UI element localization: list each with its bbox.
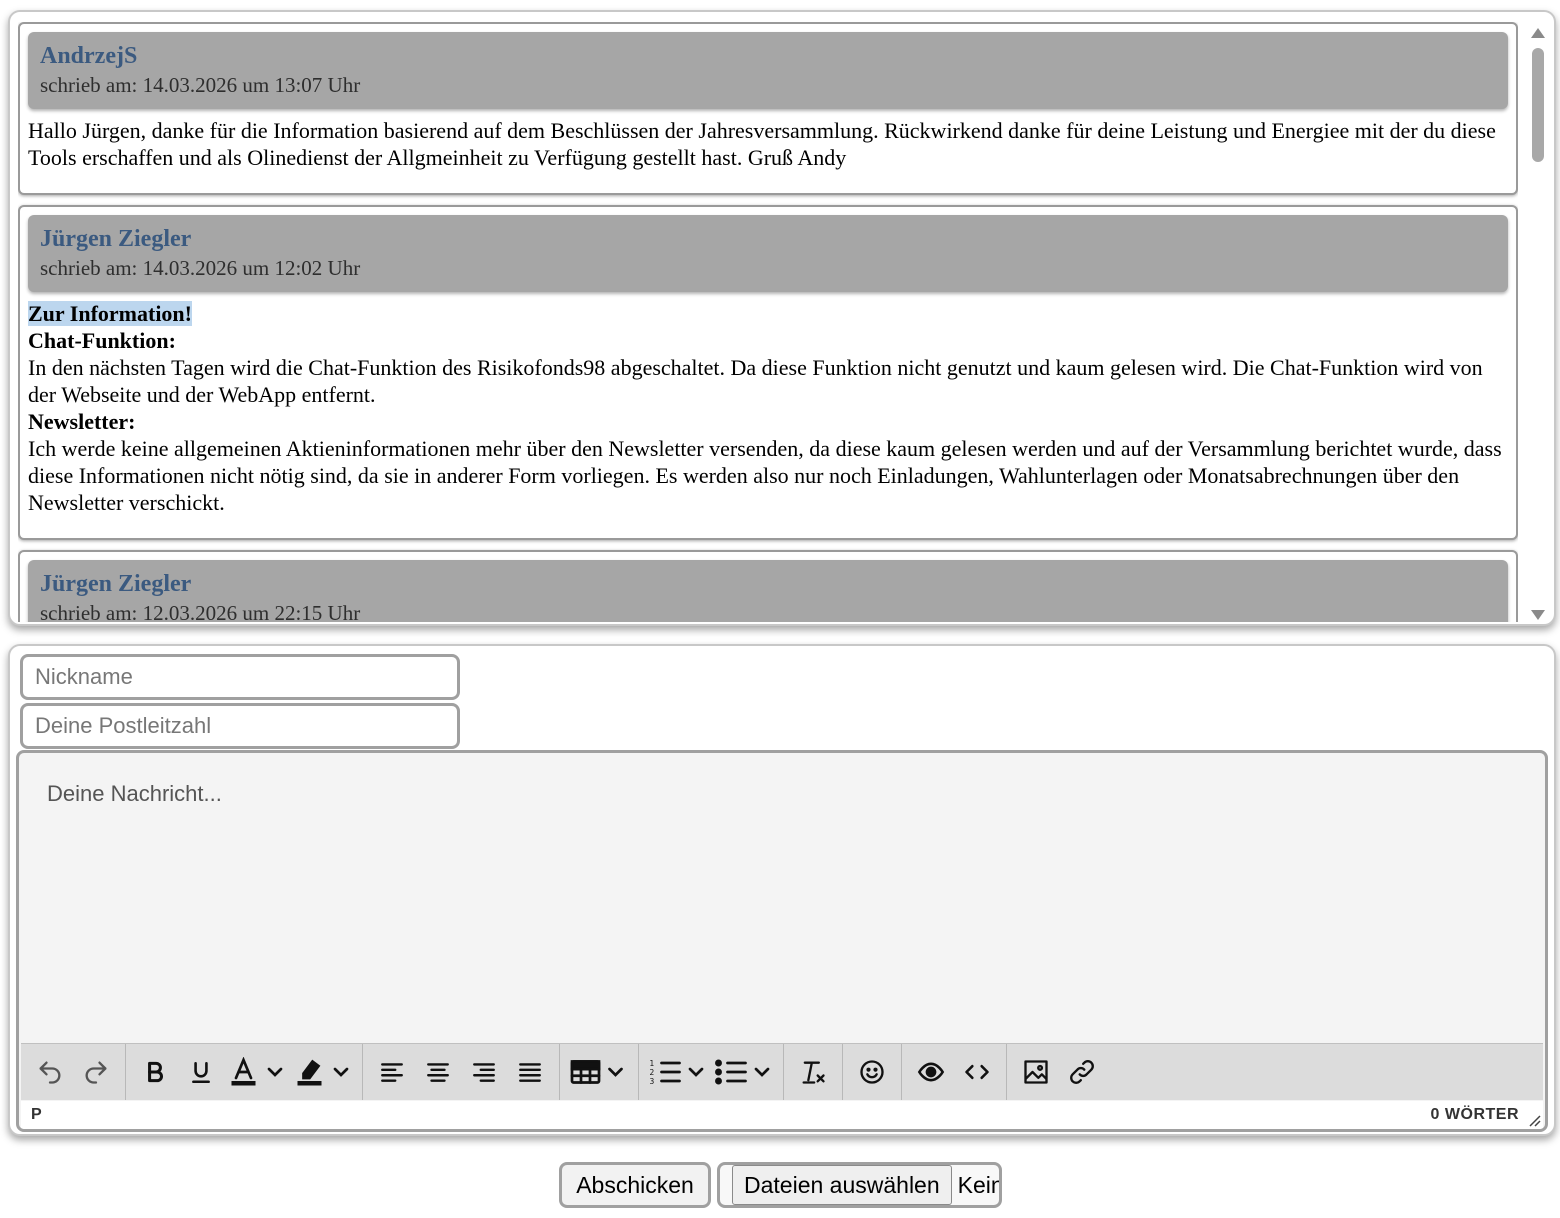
emoji-icon[interactable] bbox=[849, 1052, 895, 1092]
nickname-input[interactable]: Nickname bbox=[20, 654, 460, 700]
undo-icon[interactable] bbox=[27, 1052, 73, 1092]
toolbar-group-view bbox=[902, 1044, 1007, 1100]
message-form: Nickname Deine Postleitzahl Deine Nachri… bbox=[8, 644, 1556, 1136]
chat-post: AndrzejS schrieb am: 14.03.2026 um 13:07… bbox=[18, 22, 1518, 195]
svg-text:1: 1 bbox=[650, 1059, 655, 1068]
chat-post: Jürgen Ziegler schrieb am: 12.03.2026 um… bbox=[18, 550, 1518, 622]
message-list[interactable]: AndrzejS schrieb am: 14.03.2026 um 13:07… bbox=[18, 22, 1518, 622]
underline-icon[interactable] bbox=[178, 1052, 224, 1092]
preview-icon[interactable] bbox=[908, 1052, 954, 1092]
align-left-icon[interactable] bbox=[369, 1052, 415, 1092]
scroll-up-arrow-icon[interactable] bbox=[1531, 28, 1545, 38]
post-header: Jürgen Ziegler schrieb am: 14.03.2026 um… bbox=[28, 215, 1508, 292]
bold-icon[interactable] bbox=[132, 1052, 178, 1092]
post-timestamp: schrieb am: 14.03.2026 um 12:02 Uhr bbox=[40, 256, 361, 280]
svg-text:3: 3 bbox=[650, 1077, 655, 1086]
chat-post: Jürgen Ziegler schrieb am: 14.03.2026 um… bbox=[18, 205, 1518, 540]
toolbar-group-table bbox=[560, 1044, 639, 1100]
scroll-down-arrow-icon[interactable] bbox=[1531, 610, 1545, 620]
section-title-newsletter: Newsletter: bbox=[28, 409, 136, 434]
table-icon[interactable] bbox=[566, 1052, 632, 1092]
section-title-chat: Chat-Funktion: bbox=[28, 328, 176, 353]
rich-text-editor: Deine Nachricht... 1 2 3 P 0 WÖRTER bbox=[16, 750, 1548, 1132]
toolbar-group-lists: 123 bbox=[639, 1044, 784, 1100]
toolbar-group-emoji bbox=[843, 1044, 902, 1100]
post-header: Jürgen Ziegler schrieb am: 12.03.2026 um… bbox=[28, 560, 1508, 622]
post-timestamp: schrieb am: 12.03.2026 um 22:15 Uhr bbox=[40, 601, 361, 622]
toolbar-group-insert bbox=[1007, 1044, 1111, 1100]
editor-statusbar: P 0 WÖRTER bbox=[21, 1101, 1543, 1129]
word-count: 0 WÖRTER bbox=[1430, 1106, 1519, 1123]
post-author: Jürgen Ziegler bbox=[40, 571, 192, 597]
align-center-icon[interactable] bbox=[415, 1052, 461, 1092]
toolbar-group-clear bbox=[784, 1044, 843, 1100]
align-justify-icon[interactable] bbox=[507, 1052, 553, 1092]
post-author: Jürgen Ziegler bbox=[40, 226, 192, 252]
source-code-icon[interactable] bbox=[954, 1052, 1000, 1092]
svg-text:2: 2 bbox=[650, 1068, 655, 1077]
scroll-thumb[interactable] bbox=[1532, 48, 1544, 162]
redo-icon[interactable] bbox=[73, 1052, 119, 1092]
highlight-icon[interactable] bbox=[290, 1052, 356, 1092]
scrollbar[interactable] bbox=[1530, 26, 1546, 622]
toolbar-group-history bbox=[21, 1044, 126, 1100]
section-text-chat: In den nächsten Tagen wird die Chat-Funk… bbox=[28, 355, 1483, 407]
image-icon[interactable] bbox=[1013, 1052, 1059, 1092]
zip-code-input[interactable]: Deine Postleitzahl bbox=[20, 703, 460, 749]
message-editor-area[interactable]: Deine Nachricht... bbox=[47, 781, 222, 807]
numbered-list-icon[interactable]: 123 bbox=[645, 1052, 711, 1092]
chat-panel: AndrzejS schrieb am: 14.03.2026 um 13:07… bbox=[8, 10, 1556, 626]
choose-files-button[interactable]: Dateien auswählen bbox=[732, 1165, 952, 1205]
post-heading: Zur Information! bbox=[28, 301, 192, 326]
link-icon[interactable] bbox=[1059, 1052, 1105, 1092]
submit-button[interactable]: Abschicken bbox=[559, 1162, 711, 1208]
text-color-icon[interactable] bbox=[224, 1052, 290, 1092]
resize-handle-icon[interactable] bbox=[1527, 1113, 1541, 1127]
post-body: Hallo Jürgen, danke für die Information … bbox=[28, 118, 1496, 170]
toolbar-group-align bbox=[363, 1044, 560, 1100]
editor-toolbar: 123 bbox=[21, 1043, 1543, 1100]
file-status-text: Keine ausgewählt bbox=[957, 1171, 999, 1198]
element-path[interactable]: P bbox=[31, 1106, 42, 1124]
toolbar-group-format bbox=[126, 1044, 363, 1100]
post-header: AndrzejS schrieb am: 14.03.2026 um 13:07… bbox=[28, 32, 1508, 109]
align-right-icon[interactable] bbox=[461, 1052, 507, 1092]
file-upload-control[interactable]: Dateien auswählen Keine ausgewählt bbox=[717, 1162, 1002, 1208]
bullet-list-icon[interactable] bbox=[711, 1052, 777, 1092]
post-author: AndrzejS bbox=[40, 43, 138, 69]
section-text-newsletter: Ich werde keine allgemeinen Aktieninform… bbox=[28, 436, 1502, 515]
post-body: Zur Information! Chat-Funktion: In den n… bbox=[28, 300, 1508, 516]
post-timestamp: schrieb am: 14.03.2026 um 13:07 Uhr bbox=[40, 73, 361, 97]
clear-format-icon[interactable] bbox=[790, 1052, 836, 1092]
